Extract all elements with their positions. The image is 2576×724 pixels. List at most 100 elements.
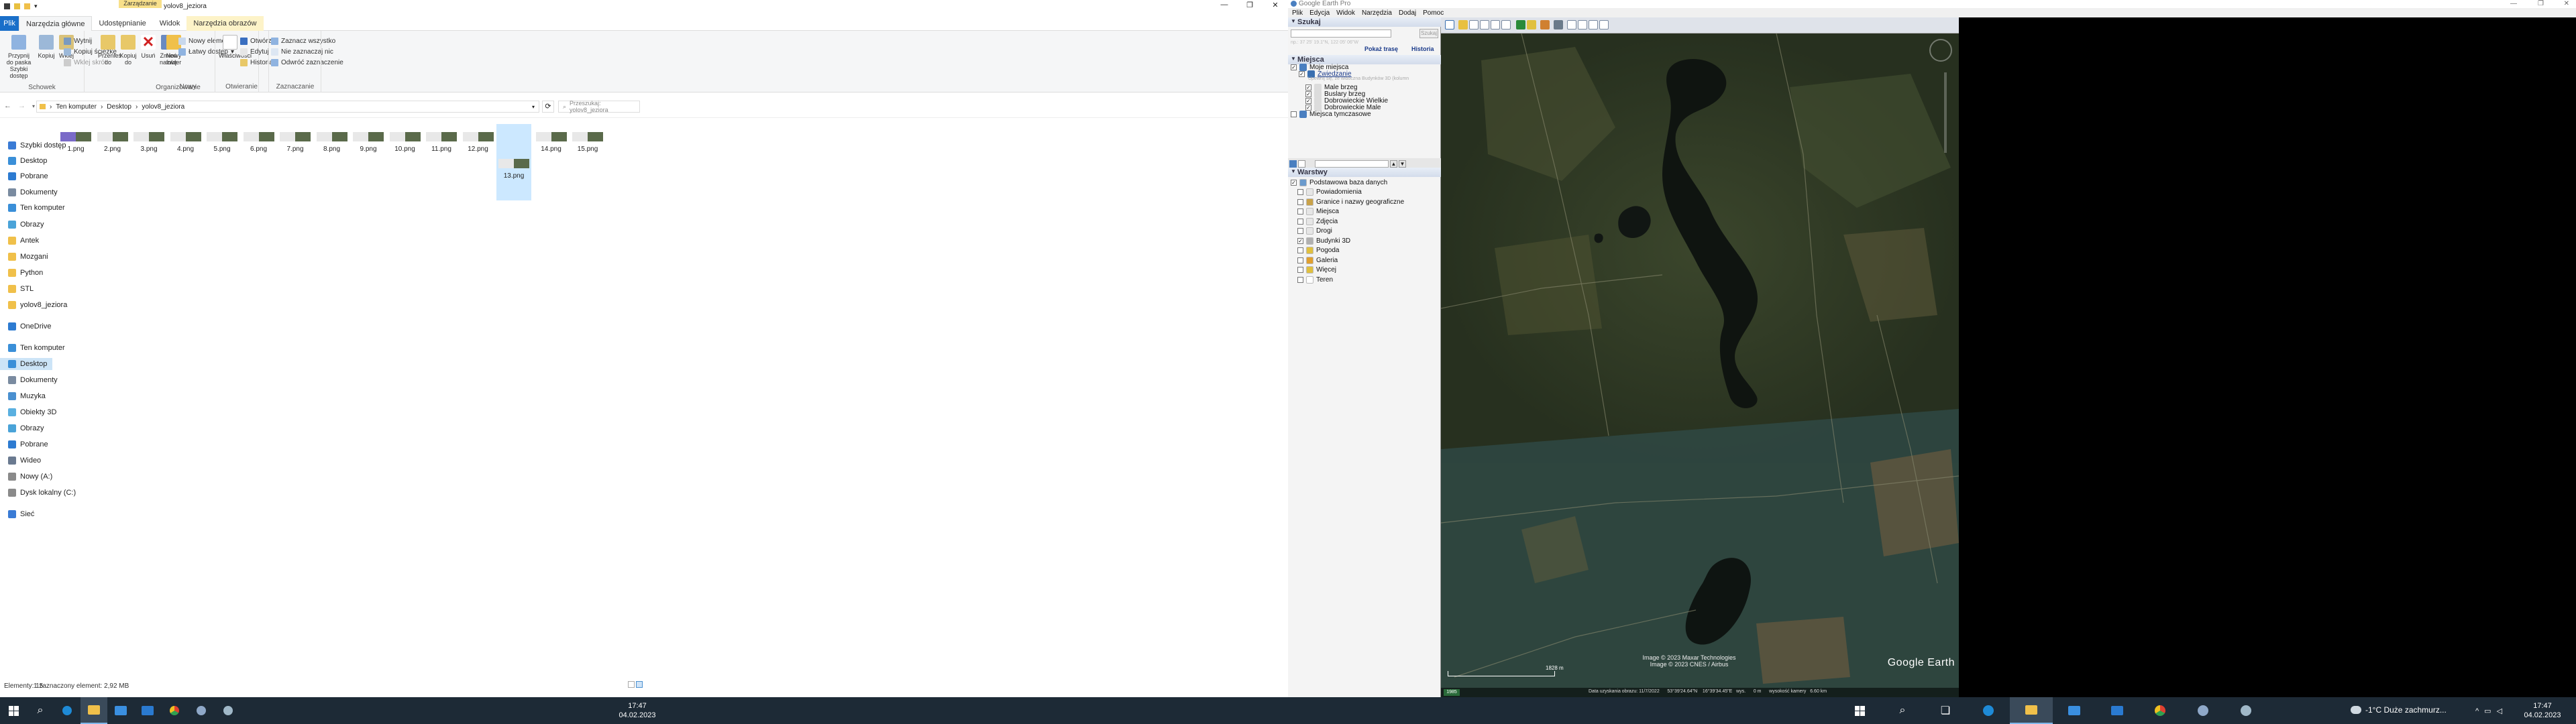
google-earth-taskbar-icon[interactable] (188, 697, 215, 724)
file-explorer-taskbar-icon[interactable] (2010, 697, 2053, 724)
zoom-slider[interactable] (1944, 72, 1947, 153)
cut-button[interactable]: Wytnij (64, 36, 92, 46)
close-icon[interactable]: ✕ (1263, 1, 1288, 9)
layer-checkbox[interactable] (1297, 208, 1303, 215)
close-icon[interactable]: ✕ (2564, 0, 2569, 7)
new-folder-icon[interactable] (24, 3, 30, 9)
sidebar-toggle-icon[interactable] (1445, 20, 1454, 29)
edit-button[interactable]: Edytuj (240, 47, 269, 56)
nav-item[interactable]: Obiekty 3D (8, 406, 56, 418)
layers-section-header[interactable]: Warstwy (1288, 168, 1441, 177)
tab-picture-tools[interactable]: Narzędzia obrazów (186, 16, 264, 31)
history-link[interactable]: Historia (1411, 46, 1434, 52)
ruler-icon[interactable] (1554, 20, 1563, 29)
start-button[interactable] (0, 697, 27, 724)
chrome-icon[interactable] (161, 697, 188, 724)
email-icon[interactable] (1567, 20, 1576, 29)
maximize-icon[interactable]: ❐ (1237, 1, 1263, 9)
place-checkbox[interactable]: ✓ (1291, 64, 1297, 70)
large-icons-view-icon[interactable] (636, 681, 643, 688)
mail-icon[interactable] (2096, 697, 2139, 724)
menu-tools[interactable]: Narzędzia (1362, 9, 1392, 17)
place-checkbox[interactable]: ✓ (1299, 70, 1305, 77)
pin-button[interactable]: Przypnij do paska Szybki dostęp (4, 35, 34, 79)
forward-arrow-icon[interactable]: → (18, 102, 25, 110)
volume-icon[interactable]: ◁ (2497, 707, 2502, 715)
search-icon[interactable]: ⌕ (1881, 697, 1924, 724)
select-none-button[interactable]: Nie zaznaczaj nic (271, 47, 333, 56)
panel-toggle-icon[interactable] (1298, 160, 1305, 168)
nav-item[interactable]: Szybki dostęp (8, 139, 66, 152)
nav-item[interactable]: Dokumenty (8, 374, 58, 386)
nav-item[interactable]: OneDrive (8, 320, 51, 333)
polygon-icon[interactable] (1469, 20, 1479, 29)
layer-checkbox[interactable] (1297, 189, 1303, 195)
weather-widget[interactable]: -1°C Duże zachmurz... (2351, 705, 2447, 715)
nav-item[interactable]: Nowy (A:) (8, 471, 52, 483)
nav-item[interactable]: Dysk lokalny (C:) (8, 487, 76, 499)
layer-checkbox[interactable] (1297, 198, 1303, 205)
layer-checkbox[interactable] (1297, 267, 1303, 273)
move-down-icon[interactable]: ▼ (1399, 160, 1406, 168)
file-item[interactable]: 11.png (425, 124, 458, 153)
task-view-icon[interactable]: ❏ (1924, 697, 1967, 724)
view-in-maps-icon[interactable] (1599, 20, 1609, 29)
start-button[interactable] (1838, 697, 1881, 724)
file-item[interactable]: 7.png (278, 124, 312, 153)
image-overlay-icon[interactable] (1491, 20, 1500, 29)
properties-icon[interactable] (14, 3, 20, 9)
copy-to-button[interactable]: Kopiuj do (118, 35, 138, 66)
store-icon[interactable] (2053, 697, 2096, 724)
search-icon[interactable]: ⌕ (27, 697, 54, 724)
route-link[interactable]: Pokaż trasę (1364, 46, 1398, 52)
recent-chevron-icon[interactable]: ▾ (32, 103, 35, 109)
google-earth-taskbar-icon-2[interactable] (215, 697, 241, 724)
tab-view[interactable]: Widok (153, 16, 187, 31)
layer-checkbox[interactable] (1297, 247, 1303, 253)
print-icon[interactable] (1578, 20, 1587, 29)
nav-item[interactable]: Desktop (8, 155, 47, 167)
move-to-button[interactable]: Przenieś do (98, 35, 121, 66)
minimize-icon[interactable]: — (1212, 1, 1237, 9)
file-item[interactable]: 9.png (352, 124, 385, 153)
chevron-down-icon[interactable]: ▾ (34, 3, 38, 10)
planets-icon[interactable] (1540, 20, 1550, 29)
nav-item[interactable]: Obrazy (8, 219, 44, 231)
details-view-icon[interactable] (628, 681, 635, 688)
nav-item[interactable]: Obrazy (8, 422, 44, 434)
layer-checkbox[interactable] (1297, 228, 1303, 234)
file-item[interactable]: 12.png (462, 124, 495, 153)
edge-icon[interactable] (1967, 697, 2010, 724)
compass-icon[interactable] (1929, 39, 1952, 62)
nav-item[interactable]: Desktop (0, 358, 52, 370)
file-item[interactable]: 5.png (205, 124, 239, 153)
select-all-button[interactable]: Zaznacz wszystko (271, 36, 335, 46)
nav-item[interactable]: Mozgani (8, 251, 48, 263)
path-icon[interactable] (1480, 20, 1489, 29)
search-places-icon[interactable] (1289, 160, 1297, 168)
sunlight-icon[interactable] (1527, 20, 1536, 29)
address-bar[interactable]: › Ten komputer › Desktop › yolov8_jeziora ▾ (36, 101, 539, 113)
menu-add[interactable]: Dodaj (1399, 9, 1416, 17)
search-section-header[interactable]: Szukaj (1288, 17, 1441, 27)
tab-file[interactable]: Plik (0, 16, 19, 31)
file-item[interactable]: 3.png (132, 124, 166, 153)
copy-button[interactable]: Kopiuj (36, 35, 56, 59)
nav-item[interactable]: STL (8, 283, 34, 295)
breadcrumb-item[interactable]: Ten komputer (56, 103, 97, 111)
ge-search-input[interactable] (1291, 29, 1391, 38)
nav-item[interactable]: yolov8_jeziora (8, 299, 67, 311)
address-dropdown-icon[interactable]: ▾ (532, 104, 535, 110)
placemark-icon[interactable] (1458, 20, 1468, 29)
nav-item[interactable]: Pobrane (8, 170, 48, 182)
refresh-icon[interactable]: ⟳ (542, 101, 554, 113)
google-earth-taskbar-icon-2[interactable] (2224, 697, 2267, 724)
tab-share[interactable]: Udostępnianie (92, 16, 152, 31)
google-earth-taskbar-icon[interactable] (2182, 697, 2224, 724)
properties-button[interactable]: Właściwości (219, 35, 252, 59)
chrome-icon[interactable] (2139, 697, 2182, 724)
nav-item[interactable]: Wideo (8, 455, 41, 467)
file-item[interactable]: 4.png (169, 124, 203, 153)
quick-access-toolbar[interactable]: ▾ (4, 3, 38, 10)
minimize-icon[interactable]: — (2510, 0, 2517, 7)
